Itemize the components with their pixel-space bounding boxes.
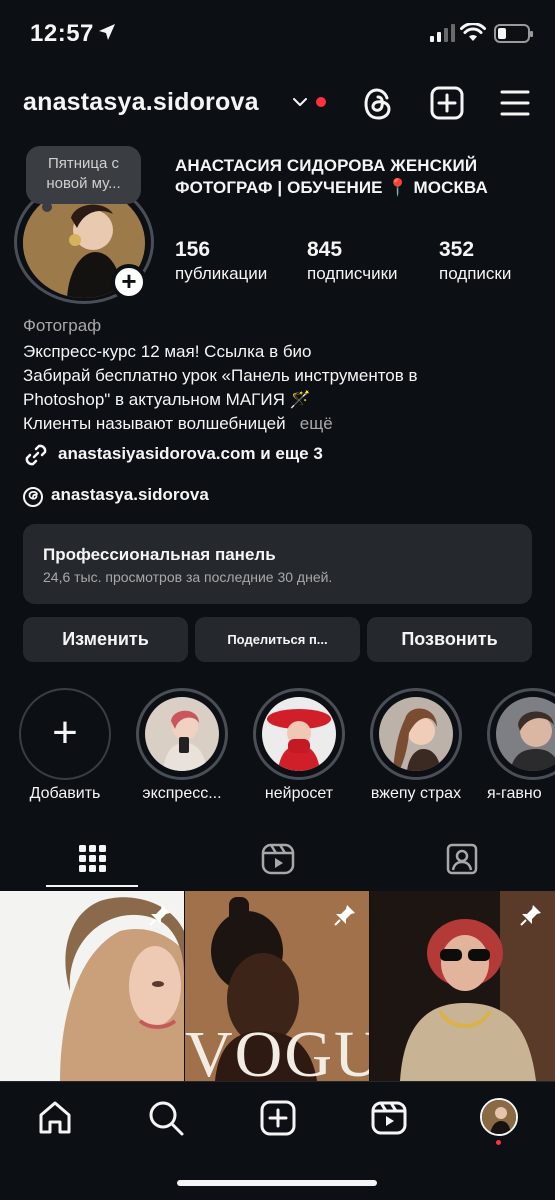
highlight-cover [379,697,453,771]
menu-icon[interactable] [500,89,530,117]
active-tab-indicator [46,885,138,887]
account-username-switcher[interactable]: anastasya.sidorova [23,88,259,117]
profile-link-text[interactable]: anastasiyasidorova.com и еще 3 [58,444,323,464]
cellular-signal-icon [430,24,455,42]
share-profile-button[interactable]: Поделиться п... [195,617,360,662]
stat-following[interactable]: 352 подписки [439,238,511,284]
profile-link[interactable]: anastasiyasidorova.com и еще 3 [23,442,323,468]
bio-line: Экспресс-курс 12 мая! Ссылка в био [23,342,312,361]
profile-top-bar: anastasya.sidorova [0,80,555,130]
dashboard-title: Профессиональная панель [43,545,276,564]
stat-posts-label: публикации [175,264,268,283]
pin-icon [334,905,355,926]
stat-followers-label: подписчики [307,264,398,283]
highlight-cover [496,697,555,771]
profile-category: Фотограф [23,316,102,335]
highlight-label: Добавить [29,785,101,802]
bio-line: Забирай бесплатно урок «Панель инструмен… [23,366,418,385]
bio-more-link[interactable]: ещё [300,414,333,433]
tagged-person-icon [446,843,478,875]
create-post-icon[interactable] [430,86,464,120]
bio-line: Клиенты называют волшебницей ещё [23,412,543,436]
posts-grid: VOGUE [0,891,555,1081]
grid-icon [79,845,106,872]
add-story-button[interactable]: + [111,264,147,300]
stat-followers-count: 845 [307,238,343,261]
profile-nav-avatar[interactable] [480,1098,518,1136]
plus-icon: + [52,708,78,757]
highlight-label: я-гавно [487,785,542,802]
threads-handle[interactable]: anastasya.sidorova [51,485,209,505]
profile-bio: Экспресс-курс 12 мая! Ссылка в био Забир… [23,340,543,436]
notification-dot [316,97,326,107]
professional-dashboard[interactable]: Профессиональная панель 24,6 тыс. просмо… [23,524,532,604]
profile-stats: 156 публикации 845 подписчики 352 подпис… [175,238,555,288]
stat-following-label: подписки [439,264,512,283]
search-icon[interactable] [147,1099,185,1137]
profile-note-bubble[interactable]: Пятница с новой му... [26,146,141,212]
highlight-item[interactable]: экспресс... [136,688,228,803]
tab-reels[interactable] [185,835,370,890]
highlight-cover [145,697,219,771]
create-icon[interactable] [259,1099,297,1137]
reels-nav-icon[interactable] [370,1099,408,1137]
pin-icon [149,905,170,926]
status-time: 12:57 [30,20,94,47]
bio-line: Photoshop" в актуальном МАГИЯ 🪄 [23,390,311,409]
post-overlay-text: VOGUE [185,1018,369,1081]
wifi-icon [460,23,486,41]
highlight-add-ring[interactable]: + [19,688,111,780]
profile-notification-dot [496,1140,501,1145]
chevron-down-icon[interactable] [292,96,308,108]
home-indicator[interactable] [177,1180,377,1186]
profile-full-name: АНАСТАСИЯ СИДОРОВА ЖЕНСКИЙ ФОТОГРАФ | ОБ… [175,156,488,197]
highlight-item[interactable]: вжепу страх [370,688,462,803]
highlight-item[interactable]: нейросет [253,688,345,803]
threads-small-icon [23,487,43,507]
highlight-label: вжепу страх [370,785,462,802]
stat-posts[interactable]: 156 публикации [175,238,267,284]
status-bar: 12:57 [0,0,555,70]
highlight-add[interactable]: + Добавить [19,688,111,803]
post-thumbnail[interactable]: VOGUE [185,891,369,1081]
stat-following-count: 352 [439,238,475,261]
call-button[interactable]: Позвонить [367,617,532,662]
threads-icon[interactable] [361,86,395,122]
stat-posts-count: 156 [175,238,211,261]
highlight-cover [262,697,336,771]
location-arrow-icon [99,24,115,40]
battery-icon [494,24,533,43]
home-icon[interactable] [36,1099,74,1137]
link-icon [25,444,47,466]
post-thumbnail[interactable] [370,891,555,1081]
tab-tagged[interactable] [370,835,555,890]
pin-icon [520,905,541,926]
stat-followers[interactable]: 845 подписчики [307,238,398,284]
post-thumbnail[interactable] [0,891,184,1081]
highlight-label: нейросет [264,785,334,802]
highlight-item[interactable]: я-гавно [487,688,555,803]
edit-profile-button[interactable]: Изменить [23,617,188,662]
highlight-label: экспресс... [142,785,222,802]
dashboard-subtitle: 24,6 тыс. просмотров за последние 30 дне… [43,569,333,585]
profile-tabs [0,835,555,891]
bio-line-text: Клиенты называют волшебницей [23,414,286,433]
reels-icon [261,843,295,875]
tab-posts-grid[interactable] [0,835,185,890]
